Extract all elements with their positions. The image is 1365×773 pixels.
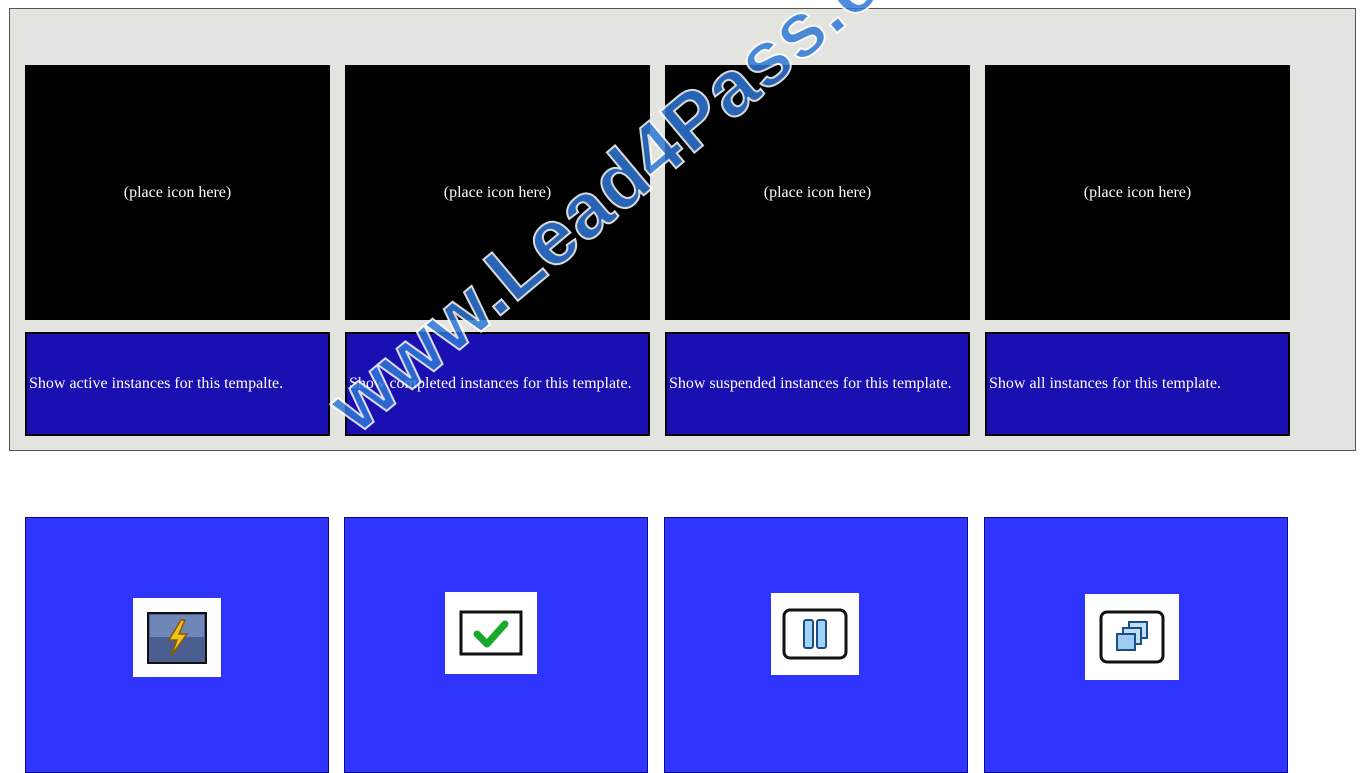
drag-tile-completed[interactable] [344, 517, 648, 773]
drag-tile-all[interactable] [984, 517, 1288, 773]
placeholder-text: (place icon here) [443, 183, 552, 201]
drag-tile-suspended[interactable] [664, 517, 968, 773]
description-text: Show all instances for this template. [989, 374, 1221, 392]
description-text: Show completed instances for this templa… [349, 374, 632, 392]
stacked-windows-icon [1099, 610, 1165, 664]
icon-placeholder-suspended[interactable]: (place icon here) [665, 65, 970, 320]
drag-tile-active[interactable] [25, 517, 329, 773]
description-text: Show suspended instances for this templa… [669, 374, 952, 392]
placeholder-text: (place icon here) [123, 183, 232, 201]
drop-target-panel: (place icon here) Show active instances … [9, 8, 1356, 451]
lightning-icon [147, 611, 207, 664]
icon-placeholder-completed[interactable]: (place icon here) [345, 65, 650, 320]
placeholder-text: (place icon here) [1083, 183, 1192, 201]
icon-placeholder-active[interactable]: (place icon here) [25, 65, 330, 320]
checkmark-icon [459, 610, 523, 656]
description-suspended: Show suspended instances for this templa… [665, 332, 970, 436]
icon-frame [1085, 594, 1179, 680]
description-text: Show active instances for this tempalte. [29, 374, 284, 392]
icon-placeholder-all[interactable]: (place icon here) [985, 65, 1290, 320]
icon-frame [771, 593, 859, 675]
description-active: Show active instances for this tempalte. [25, 332, 330, 436]
icon-frame [133, 598, 221, 677]
pause-icon [782, 608, 848, 660]
placeholder-text: (place icon here) [763, 183, 872, 201]
description-all: Show all instances for this template. [985, 332, 1290, 436]
icon-frame [445, 592, 537, 674]
description-completed: Show completed instances for this templa… [345, 332, 650, 436]
